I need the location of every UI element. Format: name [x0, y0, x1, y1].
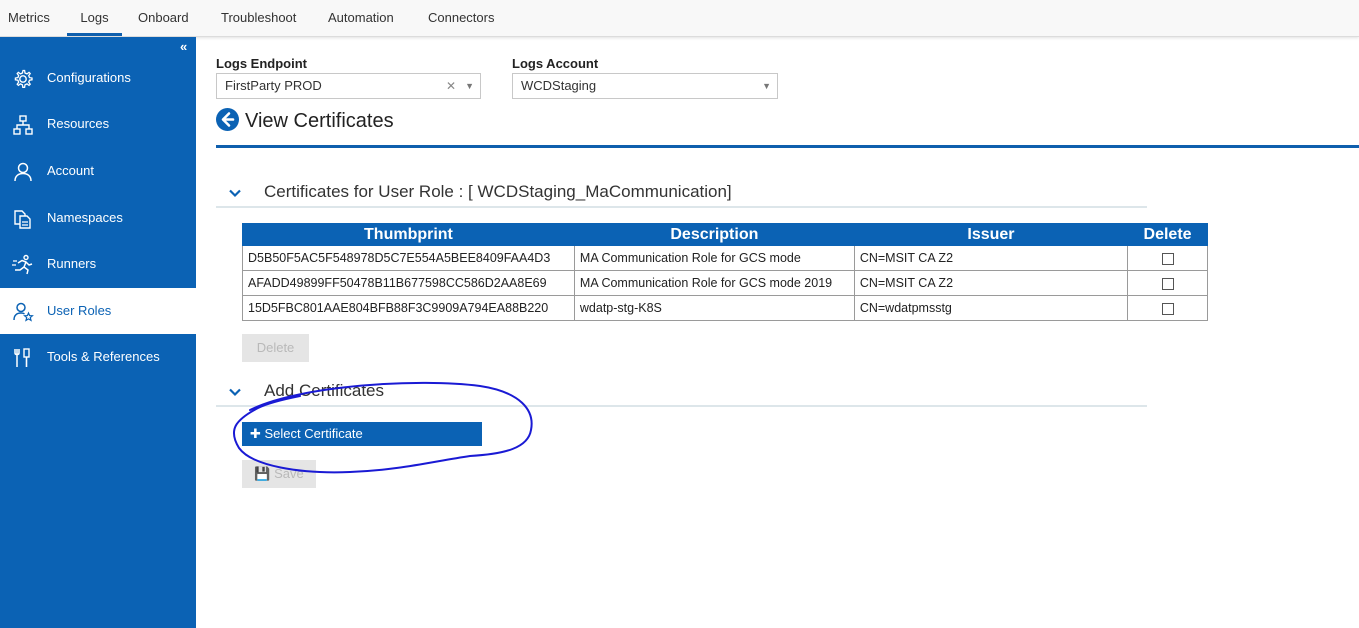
delete-button[interactable]: Delete	[242, 334, 309, 362]
runner-icon	[12, 254, 33, 275]
tab-logs[interactable]: Logs	[67, 0, 122, 36]
title-divider	[216, 145, 1359, 148]
sidebar-item-label: Runners	[47, 256, 97, 271]
sidebar-item-label: Account	[47, 163, 94, 178]
sidebar-item-label: Configurations	[47, 70, 131, 85]
thumbprint-cell: D5B50F5AC5F548978D5C7E554A5BEE8409FAA4D3	[242, 245, 575, 271]
tab-automation[interactable]: Automation	[328, 0, 394, 36]
logs-account-select[interactable]: WCDStaging ▼	[512, 73, 778, 99]
tab-troubleshoot[interactable]: Troubleshoot	[221, 0, 296, 36]
documents-icon	[14, 210, 31, 229]
caret-down-icon: ▼	[465, 81, 474, 91]
tab-metrics[interactable]: Metrics	[8, 0, 50, 36]
tab-connectors[interactable]: Connectors	[428, 0, 494, 36]
sidebar-item-account[interactable]: Account	[0, 148, 196, 194]
chevron-down-icon[interactable]	[228, 186, 242, 200]
sidebar-item-resources[interactable]: Resources	[0, 101, 196, 147]
logs-endpoint-value: FirstParty PROD	[225, 78, 322, 93]
table-row: 15D5FBC801AAE804BFB88F3C9909A794EA88B220…	[242, 295, 1208, 321]
description-cell: MA Communication Role for GCS mode	[573, 245, 855, 271]
delete-checkbox[interactable]	[1161, 252, 1174, 265]
back-arrow-icon[interactable]	[216, 108, 239, 131]
column-header-description: Description	[573, 223, 855, 246]
sidebar-item-runners[interactable]: Runners	[0, 241, 196, 287]
logs-endpoint-label: Logs Endpoint	[216, 56, 307, 71]
thumbprint-cell: AFADD49899FF50478B11B677598CC586D2AA8E69	[242, 270, 575, 296]
sidebar: « Configurations Resources Account Names…	[0, 37, 196, 628]
column-header-delete: Delete	[1127, 223, 1208, 246]
delete-cell	[1127, 245, 1208, 271]
certificates-section-title: Certificates for User Role : [ WCDStagin…	[264, 182, 732, 201]
chevron-down-icon[interactable]	[228, 385, 242, 399]
logs-account-label: Logs Account	[512, 56, 599, 71]
issuer-cell: CN=MSIT CA Z2	[853, 245, 1129, 271]
user-icon	[14, 162, 32, 182]
sitemap-icon	[13, 115, 33, 135]
tools-icon	[14, 348, 30, 367]
description-cell: MA Communication Role for GCS mode 2019	[573, 270, 855, 296]
certificates-section-header[interactable]: Certificates for User Role : [ WCDStagin…	[216, 178, 1147, 208]
issuer-cell: CN=MSIT CA Z2	[853, 270, 1129, 296]
delete-cell	[1127, 295, 1208, 321]
top-nav: Metrics Logs Onboard Troubleshoot Automa…	[0, 0, 1359, 37]
collapse-sidebar-icon[interactable]: «	[180, 39, 187, 54]
gear-icon	[14, 69, 33, 88]
table-row: AFADD49899FF50478B11B677598CC586D2AA8E69…	[242, 270, 1208, 296]
certificates-table: Thumbprint Description Issuer Delete D5B…	[242, 223, 1208, 321]
sidebar-item-namespaces[interactable]: Namespaces	[0, 195, 196, 241]
column-header-issuer: Issuer	[853, 223, 1129, 246]
column-header-thumbprint: Thumbprint	[242, 223, 575, 246]
sidebar-item-label: Resources	[47, 116, 110, 131]
delete-checkbox[interactable]	[1161, 277, 1174, 290]
logs-endpoint-select[interactable]: FirstParty PROD ✕ ▼	[216, 73, 481, 99]
sidebar-item-label: Namespaces	[47, 210, 123, 225]
clear-icon[interactable]: ✕	[446, 74, 456, 98]
table-row: D5B50F5AC5F548978D5C7E554A5BEE8409FAA4D3…	[242, 245, 1208, 271]
select-certificate-button[interactable]: ✚ Select Certificate	[242, 422, 482, 446]
save-icon: 💾	[254, 466, 271, 481]
logs-account-value: WCDStaging	[521, 78, 597, 93]
description-cell: wdatp-stg-K8S	[573, 295, 855, 321]
select-certificate-label: Select Certificate	[264, 426, 363, 441]
plus-icon: ✚	[250, 426, 265, 441]
delete-cell	[1127, 270, 1208, 296]
save-button-label: Save	[274, 466, 304, 481]
add-certificates-section-title: Add Certificates	[264, 381, 384, 400]
sidebar-item-label: Tools & References	[47, 349, 160, 364]
delete-checkbox[interactable]	[1161, 302, 1174, 315]
sidebar-item-configurations[interactable]: Configurations	[0, 55, 196, 101]
user-roles-icon	[13, 302, 34, 322]
save-button[interactable]: 💾 Save	[242, 460, 316, 488]
sidebar-item-tools-references[interactable]: Tools & References	[0, 334, 196, 380]
page-title: View Certificates	[245, 110, 394, 132]
sidebar-item-user-roles[interactable]: User Roles	[0, 288, 196, 334]
sidebar-item-label: User Roles	[47, 303, 112, 318]
caret-down-icon: ▼	[762, 81, 771, 91]
issuer-cell: CN=wdatpmsstg	[853, 295, 1129, 321]
thumbprint-cell: 15D5FBC801AAE804BFB88F3C9909A794EA88B220	[242, 295, 575, 321]
add-certificates-section-header[interactable]: Add Certificates	[216, 377, 1147, 407]
tab-onboard[interactable]: Onboard	[138, 0, 189, 36]
